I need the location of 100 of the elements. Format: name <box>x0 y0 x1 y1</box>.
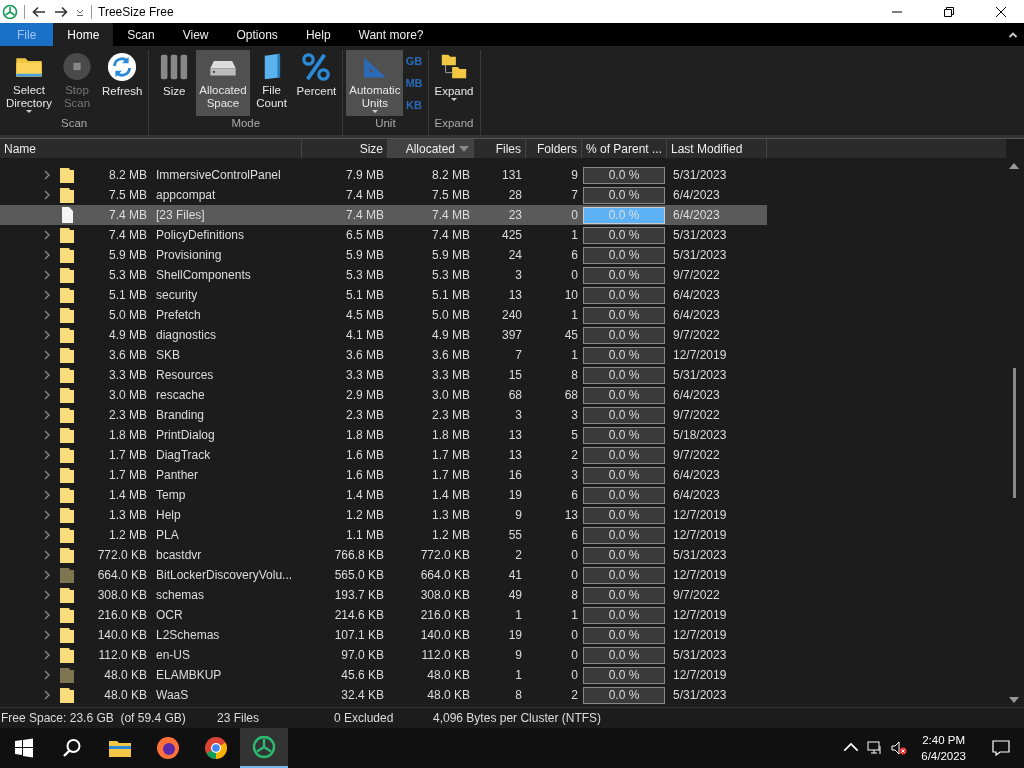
table-cell-text: 1.3 MB <box>431 507 471 524</box>
folder-name: ELAMBKUP <box>156 668 222 682</box>
expand-chevron-icon[interactable] <box>44 290 50 300</box>
menu-tab[interactable]: Help <box>291 23 345 46</box>
expand-chevron-icon[interactable] <box>44 350 50 360</box>
ribbon-button[interactable]: Percent <box>293 50 340 116</box>
expand-chevron-icon[interactable] <box>44 690 50 700</box>
expand-chevron-icon[interactable] <box>44 390 50 400</box>
expand-chevron-icon[interactable] <box>44 250 50 260</box>
table-cell-text: 2.3 MB <box>431 407 471 424</box>
menu-tab[interactable]: Home <box>53 23 114 46</box>
scroll-up-icon[interactable] <box>1009 163 1019 169</box>
table-cell-text: 13 <box>507 427 523 444</box>
column-header[interactable]: Folders <box>526 139 582 158</box>
percent-bar: 0.0 % <box>583 286 665 304</box>
taskbar-app[interactable] <box>240 728 288 768</box>
percent-bar: 0.0 % <box>583 306 665 324</box>
expand-chevron-icon[interactable] <box>44 590 50 600</box>
ribbon-button[interactable]: File Count <box>249 50 294 116</box>
expand-chevron-icon[interactable] <box>44 510 50 520</box>
ribbon-button[interactable]: Allocated Space <box>196 50 250 116</box>
scroll-down-icon[interactable] <box>1009 697 1019 703</box>
ribbon-button[interactable]: Select Directory <box>3 50 55 116</box>
menu-tab[interactable]: Want more? <box>344 23 438 46</box>
table-cell-text: 13 <box>507 447 523 464</box>
column-header[interactable]: Files <box>474 139 526 158</box>
expand-chevron-icon[interactable] <box>44 630 50 640</box>
expand-chevron-icon[interactable] <box>44 570 50 580</box>
table-cell-text: 12/7/2019 <box>672 347 728 364</box>
restore-icon[interactable] <box>943 5 955 18</box>
table-cell-text: 1.8 MB <box>431 427 471 444</box>
percent-bar: 0.0 % <box>583 606 665 624</box>
table-cell-text: 664.0 KB <box>419 567 471 584</box>
expand-chevron-icon[interactable] <box>44 410 50 420</box>
ribbon-button[interactable]: Automatic Units <box>346 50 404 116</box>
network-icon[interactable] <box>867 740 884 756</box>
expand-chevron-icon[interactable] <box>44 270 50 280</box>
clock-date[interactable]: 6/4/2023 <box>921 748 966 764</box>
ribbon-button[interactable]: Refresh <box>99 50 146 116</box>
percent-bar: 0.0 % <box>583 546 665 564</box>
table-cell-text: 0 <box>570 267 579 284</box>
table-cell-text: 12/7/2019 <box>672 607 728 624</box>
table-cell-text: 112.0 KB <box>420 647 471 664</box>
table-cell-text: 5/31/2023 <box>672 247 728 264</box>
window-title: TreeSize Free <box>98 4 174 19</box>
table-cell-text: 5.0 MB <box>431 307 471 324</box>
search-icon[interactable] <box>62 738 82 758</box>
expand-chevron-icon[interactable] <box>44 670 50 680</box>
table-cell-text: 5.3 MB <box>431 267 471 284</box>
menu-tab[interactable]: Scan <box>113 23 169 46</box>
notification-icon[interactable] <box>992 739 1010 757</box>
table-cell-text: 23 <box>507 207 523 224</box>
ribbon-group-label: Scan <box>61 117 88 131</box>
expand-chevron-icon[interactable] <box>44 550 50 560</box>
expand-chevron-icon[interactable] <box>44 430 50 440</box>
column-header[interactable]: Allocated <box>388 139 474 158</box>
table-cell-text: 9/7/2022 <box>672 407 721 424</box>
close-icon[interactable] <box>995 5 1007 18</box>
table-cell-text: 45.6 KB <box>340 667 385 684</box>
folder-icon <box>60 627 74 643</box>
expand-chevron-icon[interactable] <box>44 610 50 620</box>
table-cell-text: 55 <box>507 527 523 544</box>
volume-muted-icon[interactable] <box>891 740 908 756</box>
ribbon-group-label: Expand <box>434 117 474 131</box>
clock-time[interactable]: 2:40 PM <box>922 732 966 748</box>
table-cell-text: 9 <box>514 507 523 524</box>
selected-row[interactable]: 7.4 MB [23 Files] 7.4 MB 7.4 MB 23 0 0.0 % 6/4/2023 <box>0 205 767 225</box>
ribbon-button[interactable]: Size <box>152 50 197 116</box>
expand-chevron-icon[interactable] <box>44 330 50 340</box>
table-cell-text: 1.4 MB <box>431 487 471 504</box>
folder-name: BitLockerDiscoveryVolu... <box>156 568 293 582</box>
expand-chevron-icon[interactable] <box>44 650 50 660</box>
stop-icon <box>62 52 92 81</box>
expand-chevron-icon[interactable] <box>44 470 50 480</box>
expand-chevron-icon[interactable] <box>44 450 50 460</box>
folder-icon <box>60 527 74 543</box>
percent-bar: 0.0 % <box>583 326 665 344</box>
start-icon[interactable] <box>14 738 34 758</box>
expand-chevron-icon[interactable] <box>44 530 50 540</box>
menu-tab[interactable]: View <box>168 23 223 46</box>
table-cell-text: 0 <box>570 647 579 664</box>
column-header[interactable]: % of Parent ... <box>582 139 667 158</box>
column-header[interactable]: Last Modified <box>667 139 767 158</box>
expand-chevron-icon[interactable] <box>44 310 50 320</box>
expand-chevron-icon[interactable] <box>44 370 50 380</box>
folder-icon <box>60 507 74 523</box>
folder-name: PLA <box>156 528 179 542</box>
table-cell-text: 7.4 MB <box>431 227 471 244</box>
expand-chevron-icon[interactable] <box>44 490 50 500</box>
table-cell-text: 12/7/2019 <box>672 507 728 524</box>
column-header[interactable]: Name <box>0 139 302 158</box>
expand-chevron-icon[interactable] <box>44 170 50 180</box>
expand-chevron-icon[interactable] <box>44 190 50 200</box>
table-cell-text: 140.0 KB <box>419 627 471 644</box>
ribbon-button[interactable]: Expand <box>431 50 477 116</box>
table-cell-text: 10 <box>563 287 579 304</box>
table-cell-text: 9/7/2022 <box>672 267 721 284</box>
expand-chevron-icon[interactable] <box>44 230 50 240</box>
table-cell-text: 107.1 KB <box>333 627 385 644</box>
menu-tab[interactable]: Options <box>222 23 292 46</box>
